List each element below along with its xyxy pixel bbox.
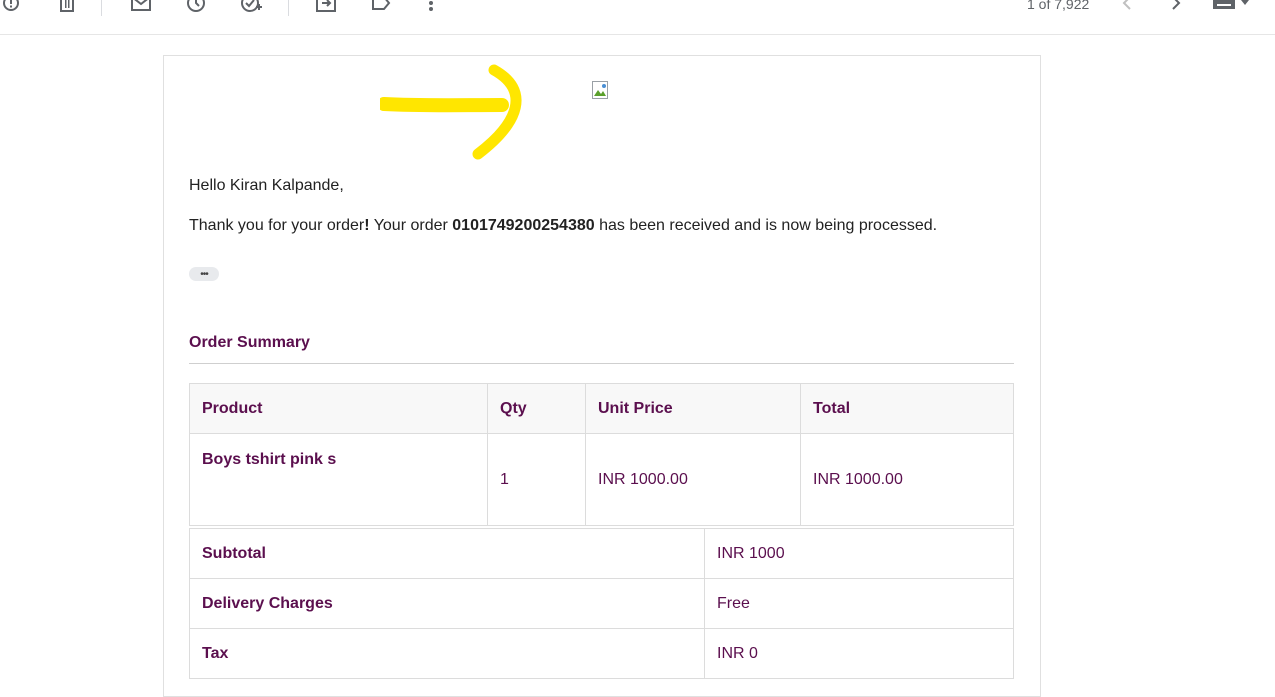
section-divider [189, 363, 1014, 364]
product-total: INR 1000.00 [800, 433, 1014, 526]
mail-toolbar: 1 of 7,922 [0, 0, 1275, 35]
keyboard-icon[interactable] [1210, 0, 1254, 14]
toolbar-separator [288, 0, 289, 16]
order-number: 0101749200254380 [452, 217, 595, 234]
header-unit-price: Unit Price [585, 383, 801, 434]
pager-count: 1 of 7,922 [1027, 0, 1090, 12]
more-icon[interactable] [420, 0, 442, 14]
chevron-left-icon[interactable] [1116, 0, 1138, 14]
header-product: Product [189, 383, 488, 434]
subtotal-value: INR 1000 [704, 528, 1014, 579]
delivery-charges-label: Delivery Charges [189, 578, 705, 629]
product-unit-price: INR 1000.00 [585, 433, 801, 526]
product-qty: 1 [487, 433, 586, 526]
table-row: Boys tshirt pink s 1 INR 1000.00 INR 100… [189, 433, 1014, 526]
table-header-row: Product Qty Unit Price Total [189, 383, 1014, 434]
chevron-right-icon[interactable] [1165, 0, 1187, 14]
header-qty: Qty [487, 383, 586, 434]
annotation-arrow [380, 64, 522, 160]
table-row: Delivery Charges Free [189, 578, 1014, 629]
mark-unread-icon[interactable] [130, 0, 152, 14]
table-row: Tax INR 0 [189, 628, 1014, 679]
header-total: Total [800, 383, 1014, 434]
delete-icon[interactable] [56, 0, 78, 14]
report-spam-icon[interactable] [0, 0, 22, 14]
product-table: Product Qty Unit Price Total Boys tshirt… [189, 383, 1014, 526]
move-to-icon[interactable] [315, 0, 337, 14]
order-summary-title: Order Summary [189, 334, 310, 351]
add-task-icon[interactable] [241, 0, 263, 14]
subtotal-label: Subtotal [189, 528, 705, 579]
delivery-charges-value: Free [704, 578, 1014, 629]
greeting-text: Hello Kiran Kalpande, [189, 177, 344, 194]
tax-label: Tax [189, 628, 705, 679]
tax-value: INR 0 [704, 628, 1014, 679]
snooze-icon[interactable] [185, 0, 207, 14]
totals-table: Subtotal INR 1000 Delivery Charges Free … [189, 528, 1014, 679]
toolbar-separator [101, 0, 102, 16]
product-name: Boys tshirt pink s [189, 433, 488, 526]
broken-logo-image [592, 81, 612, 101]
label-icon[interactable] [370, 0, 392, 14]
show-trimmed-content-button[interactable]: ••• [189, 267, 219, 281]
order-confirmation-text: Thank you for your order! Your order 010… [189, 217, 938, 234]
table-row: Subtotal INR 1000 [189, 528, 1014, 579]
